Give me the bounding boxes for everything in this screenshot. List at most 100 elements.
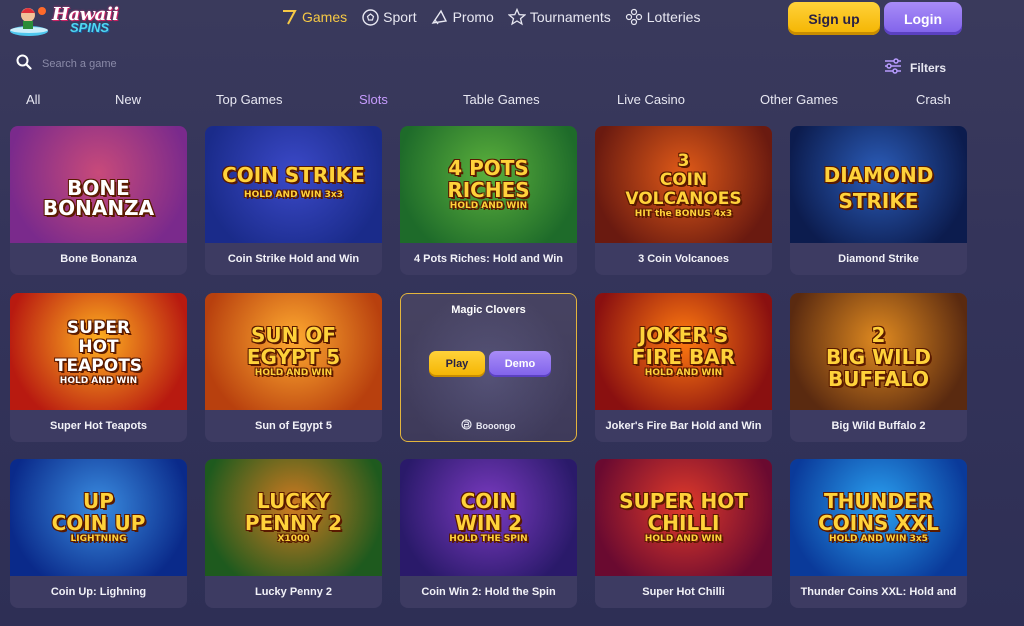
art-title-text: STRIKE (838, 189, 919, 213)
site-logo[interactable]: Hawaii SPINS (8, 2, 136, 38)
game-card[interactable]: DIAMOND STRIKE Diamond Strike (790, 126, 967, 275)
tab-other-games[interactable]: Other Games (760, 92, 838, 107)
art-title-text: HOT (78, 337, 119, 357)
game-card[interactable]: LUCKY PENNY 2 X1000 Lucky Penny 2 (205, 459, 382, 608)
game-title: Joker's Fire Bar Hold and Win (605, 420, 762, 432)
art-title-text: 2 (871, 323, 886, 347)
game-title: Lucky Penny 2 (254, 586, 333, 598)
nav-tournaments-label: Tournaments (529, 9, 611, 25)
nav-games[interactable]: Games (280, 8, 347, 26)
art-title-text: HOLD THE SPIN (449, 534, 528, 544)
megaphone-icon (431, 8, 449, 26)
tab-table-games[interactable]: Table Games (463, 92, 540, 107)
lottery-icon (625, 8, 643, 26)
tab-new[interactable]: New (115, 92, 141, 107)
seven-icon (280, 8, 298, 26)
card-thumbnail: DIAMOND STRIKE (790, 126, 967, 243)
art-title-text: FIRE BAR (631, 345, 736, 369)
game-card[interactable]: UP COIN UP LIGHTNING Coin Up: Lighning (10, 459, 187, 608)
art-title-text: COINS XXL (818, 511, 939, 535)
card-thumbnail: LUCKY PENNY 2 X1000 (205, 459, 382, 576)
game-card[interactable]: SUPER HOT TEAPOTS HOLD AND WIN Super Hot Tea… (10, 293, 187, 442)
game-card[interactable]: BONE BONANZA Bone Bonanza (10, 126, 187, 275)
game-card[interactable]: JOKER'S FIRE BAR HOLD AND WIN Joker's Fire … (595, 293, 772, 442)
art-title-text: EGYPT 5 (246, 345, 341, 369)
art-title-text: THUNDER (823, 489, 934, 513)
game-title: Coin Strike Hold and Win (227, 253, 360, 265)
art-title-text: COIN UP (51, 511, 146, 535)
card-thumbnail: 3 COIN VOLCANOES HIT the BONUS 4x3 (595, 126, 772, 243)
card-thumbnail: COIN STRIKE HOLD AND WIN 3x3 (205, 126, 382, 243)
game-card[interactable]: SUPER HOT CHILLI HOLD AND WIN Super Hot Chi… (595, 459, 772, 608)
art-title-text: X1000 (277, 534, 310, 544)
card-thumbnail: 2 BIG WILD BUFFALO (790, 293, 967, 410)
game-title: Magic Clovers (451, 304, 526, 316)
filters-label: Filters (910, 60, 947, 75)
nav-lotteries[interactable]: Lotteries (625, 8, 701, 26)
nav-lotteries-label: Lotteries (646, 9, 701, 25)
card-thumbnail: JOKER'S FIRE BAR HOLD AND WIN (595, 293, 772, 410)
game-card[interactable]: Magic Clovers Play Demo Booongo (400, 293, 577, 442)
art-title-text: HOLD AND WIN 3x5 (829, 534, 928, 544)
art-title-text: RICHES (447, 178, 530, 202)
search-input[interactable] (42, 58, 242, 70)
art-title-text: SUPER HOT (619, 489, 748, 513)
nav-promo-label: Promo (452, 9, 494, 25)
nav-tournaments[interactable]: Tournaments (507, 8, 611, 26)
soccer-ball-icon (361, 8, 379, 26)
play-button[interactable]: Play (429, 351, 485, 377)
nav-sport[interactable]: Sport (361, 8, 417, 26)
card-thumbnail: COIN WIN 2 HOLD THE SPIN (400, 459, 577, 576)
game-title: Super Hot Chilli (642, 586, 725, 598)
signup-button[interactable]: Sign up (788, 2, 880, 35)
art-title-text: HOLD AND WIN (254, 368, 333, 378)
tab-all[interactable]: All (26, 92, 40, 107)
card-thumbnail: UP COIN UP LIGHTNING (10, 459, 187, 576)
logo-line2: SPINS (70, 20, 110, 35)
nav-promo[interactable]: Promo (431, 8, 494, 26)
tab-top-games[interactable]: Top Games (216, 92, 282, 107)
nav-sport-label: Sport (383, 9, 417, 25)
card-thumbnail: SUN OF EGYPT 5 HOLD AND WIN (205, 293, 382, 410)
art-title-text: SUN OF (250, 323, 336, 347)
card-thumbnail: BONE BONANZA (10, 126, 187, 243)
login-button[interactable]: Login (884, 2, 962, 35)
game-title: Super Hot Teapots (50, 420, 147, 432)
art-title-text: BONE BONANZA (42, 176, 155, 220)
card-thumbnail: SUPER HOT CHILLI HOLD AND WIN (595, 459, 772, 576)
tab-crash[interactable]: Crash (916, 92, 951, 107)
game-title: Bone Bonanza (60, 253, 137, 265)
game-card[interactable]: 3 COIN VOLCANOES HIT the BONUS 4x3 3 Coin Vo… (595, 126, 772, 275)
art-title-text: COIN (460, 489, 517, 513)
filters-button[interactable]: Filters (884, 58, 946, 77)
art-title-text: HOLD AND WIN (644, 534, 723, 544)
art-title-text: CHILLI (647, 511, 720, 535)
game-card[interactable]: 2 BIG WILD BUFFALO Big Wild Buffalo 2 (790, 293, 967, 442)
demo-button[interactable]: Demo (489, 351, 551, 377)
nav-games-label: Games (302, 9, 348, 25)
art-title-text: BUFFALO (827, 367, 930, 391)
game-card[interactable]: THUNDER COINS XXL HOLD AND WIN 3x5 Thunder … (790, 459, 967, 608)
art-title-text: HOLD AND WIN (449, 201, 528, 211)
main-nav: Games Sport Promo Tournaments Lotteries (280, 8, 714, 26)
tab-slots[interactable]: Slots (359, 92, 388, 107)
art-title-text: LUCKY (257, 489, 330, 513)
provider-icon (461, 419, 472, 432)
mascot-icon (8, 3, 50, 37)
art-title-text: WIN 2 (454, 511, 523, 535)
art-title-text: BIG WILD (826, 345, 931, 369)
art-title-text: SUPER (66, 318, 131, 338)
game-card[interactable]: COIN WIN 2 HOLD THE SPIN Coin Win 2: Hold t… (400, 459, 577, 608)
header: Hawaii SPINS Games Sport Promo Tournamen… (0, 0, 1024, 40)
art-title-text: HOLD AND WIN (59, 376, 138, 386)
art-title-text: HIT the BONUS 4x3 (634, 209, 733, 219)
tab-live-casino[interactable]: Live Casino (617, 92, 685, 107)
game-title: Coin Up: Lighning (50, 586, 147, 598)
game-card[interactable]: COIN STRIKE HOLD AND WIN 3x3 Coin Strike H… (205, 126, 382, 275)
star-icon (507, 8, 526, 26)
art-title-text: PENNY 2 (244, 511, 343, 535)
game-card[interactable]: SUN OF EGYPT 5 HOLD AND WIN Sun of Egypt 5 (205, 293, 382, 442)
game-card[interactable]: 4 POTS RICHES HOLD AND WIN 4 Pots Riches: H… (400, 126, 577, 275)
category-tabs: All New Top Games Slots Table Games Live… (0, 92, 1024, 112)
search-icon[interactable] (16, 54, 32, 75)
